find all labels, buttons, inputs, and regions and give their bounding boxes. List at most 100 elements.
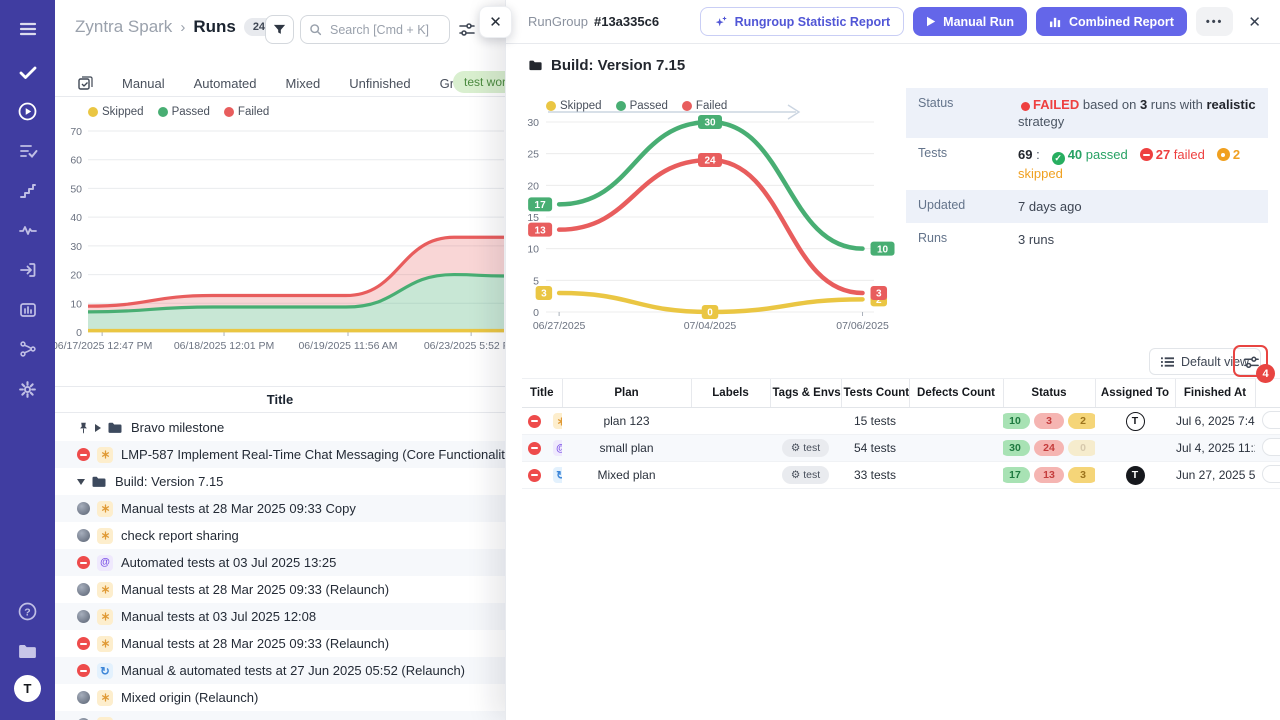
help-icon[interactable]: ? <box>0 596 55 626</box>
combined-report-button[interactable]: Combined Report <box>1036 7 1187 36</box>
failed-status-icon <box>77 637 90 650</box>
svg-text:40: 40 <box>70 212 82 224</box>
panel-close-button[interactable]: ✕ <box>479 6 512 38</box>
plan-cell[interactable]: plan 123 <box>562 408 691 435</box>
svg-text:06/23/2025 5:52 PM: 06/23/2025 5:52 PM <box>424 340 505 352</box>
column-header[interactable]: Tags & Envs <box>770 379 841 408</box>
column-header[interactable]: Status <box>1003 379 1095 408</box>
legend-dot <box>682 101 692 111</box>
summary-text: 40 <box>1068 147 1082 162</box>
column-header[interactable]: Assigned To <box>1095 379 1175 408</box>
list-item[interactable]: ↻Manual & automated tests at 27 Jun 2025… <box>55 657 505 684</box>
svg-text:60: 60 <box>70 155 82 167</box>
run-title: Manual tests at 03 Jul 2025 12:08 <box>121 609 316 624</box>
list-item[interactable] <box>55 711 505 720</box>
list-item[interactable]: Build: Version 7.15 <box>55 468 505 495</box>
row-actions-cell[interactable] <box>1255 435 1280 462</box>
runs-play-icon[interactable] <box>0 96 55 126</box>
column-header[interactable]: Finished At <box>1175 379 1255 408</box>
chevron-right-icon[interactable] <box>95 424 101 432</box>
statistic-report-button[interactable]: Rungroup Statistic Report <box>700 7 905 36</box>
menu-icon[interactable] <box>0 14 55 44</box>
rungroup-id: #13a335c6 <box>594 14 659 29</box>
plan-cell[interactable]: small plan <box>562 435 691 462</box>
run-title: Build: Version 7.15 <box>115 474 223 489</box>
svg-text:3: 3 <box>876 289 882 300</box>
rungroup-detail-panel: RunGroup #13a335c6 Rungroup Statistic Re… <box>505 0 1280 720</box>
user-avatar[interactable]: T <box>14 675 41 702</box>
defects-cell <box>909 462 1003 489</box>
list-item[interactable]: Manual tests at 03 Jul 2025 12:08 <box>55 603 505 630</box>
plan-cell[interactable]: Mixed plan <box>562 462 691 489</box>
list-item[interactable]: LMP-587 Implement Real-Time Chat Messagi… <box>55 441 505 468</box>
failed-status-icon <box>528 469 541 482</box>
column-header[interactable]: Title <box>522 379 562 408</box>
list-item[interactable]: Mixed origin (Relaunch) <box>55 684 505 711</box>
svg-text:06/17/2025 12:47 PM: 06/17/2025 12:47 PM <box>55 340 152 352</box>
pulse-icon[interactable] <box>0 215 55 245</box>
list-item[interactable]: Manual tests at 28 Mar 2025 09:33 (Relau… <box>55 630 505 657</box>
row-actions-cell[interactable] <box>1255 408 1280 435</box>
column-header[interactable]: Defects Count <box>909 379 1003 408</box>
test-list-icon[interactable] <box>0 136 55 166</box>
table-row[interactable]: @small plan⚙ test54 tests30240Jul 4, 202… <box>522 435 1280 462</box>
svg-text:07/06/2025: 07/06/2025 <box>836 320 889 332</box>
failed-status-icon <box>77 556 90 569</box>
chevron-down-icon[interactable] <box>77 479 85 485</box>
list-item[interactable]: check report sharing <box>55 522 505 549</box>
tests-count-cell: 15 tests <box>841 408 909 435</box>
branches-icon[interactable] <box>0 334 55 364</box>
mixed-run-icon: ↻ <box>97 663 113 679</box>
legend-item-passed: Passed <box>616 100 668 112</box>
failed-status-icon <box>77 664 90 677</box>
defects-cell <box>909 408 1003 435</box>
column-header[interactable]: Labels <box>691 379 770 408</box>
settings-gear-icon[interactable] <box>0 374 55 404</box>
table-row[interactable]: plan 12315 tests1032TJul 6, 2025 7:40 <box>522 408 1280 435</box>
summary-text: strategy <box>1018 114 1064 129</box>
status-cell: 1032 <box>1003 408 1095 435</box>
legend-dot <box>546 101 556 111</box>
table-row[interactable]: ↻Mixed plan⚙ test33 tests17133TJun 27, 2… <box>522 462 1280 489</box>
row-actions-button[interactable] <box>1262 465 1280 483</box>
list-item[interactable]: Manual tests at 28 Mar 2025 09:33 (Relau… <box>55 576 505 603</box>
svg-text:0: 0 <box>76 327 82 339</box>
steps-icon[interactable] <box>0 176 55 206</box>
more-actions-button[interactable]: ••• <box>1196 7 1234 36</box>
env-tag[interactable]: ⚙ test <box>782 466 829 484</box>
runs-list: Bravo milestoneLMP-587 Implement Real-Ti… <box>55 414 505 720</box>
dot-red-icon <box>1021 102 1030 111</box>
analytics-icon[interactable] <box>0 295 55 325</box>
list-item[interactable]: Bravo milestone <box>55 414 505 441</box>
neutral-status-icon <box>77 610 90 623</box>
column-settings-button[interactable] <box>1239 350 1263 374</box>
tasks-check-icon[interactable] <box>0 57 55 87</box>
detail-close-icon[interactable]: ✕ <box>1242 9 1267 35</box>
pin-icon <box>77 421 91 435</box>
row-actions-button[interactable] <box>1262 411 1280 429</box>
summary-row-status: StatusFAILED based on 3 runs with realis… <box>906 88 1268 138</box>
column-header[interactable]: Plan <box>562 379 691 408</box>
status-cell: 17133 <box>1003 462 1095 489</box>
status-pill-failed: 13 <box>1034 467 1064 483</box>
env-tag[interactable]: ⚙ test <box>782 439 829 457</box>
column-header[interactable]: Tests Count <box>841 379 909 408</box>
legend-label: Passed <box>630 100 668 112</box>
projects-folder-icon[interactable] <box>0 636 55 666</box>
svg-text:30: 30 <box>70 241 82 253</box>
row-actions-cell[interactable] <box>1255 462 1280 489</box>
svg-text:06/27/2025: 06/27/2025 <box>533 320 586 332</box>
svg-text:06/19/2025 11:56 AM: 06/19/2025 11:56 AM <box>298 340 397 352</box>
svg-text:13: 13 <box>535 225 547 236</box>
row-actions-button[interactable] <box>1262 438 1280 456</box>
dot-orange-icon <box>1217 148 1230 161</box>
import-icon[interactable] <box>0 255 55 285</box>
svg-text:10: 10 <box>527 244 539 256</box>
list-item[interactable]: @Automated tests at 03 Jul 2025 13:25 <box>55 549 505 576</box>
manual-run-button[interactable]: Manual Run <box>913 7 1027 36</box>
neutral-status-icon <box>77 502 90 515</box>
status-cell: 30240 <box>1003 435 1095 462</box>
summary-text: skipped <box>1018 166 1063 181</box>
list-item[interactable]: Manual tests at 28 Mar 2025 09:33 Copy <box>55 495 505 522</box>
neutral-status-icon <box>77 691 90 704</box>
